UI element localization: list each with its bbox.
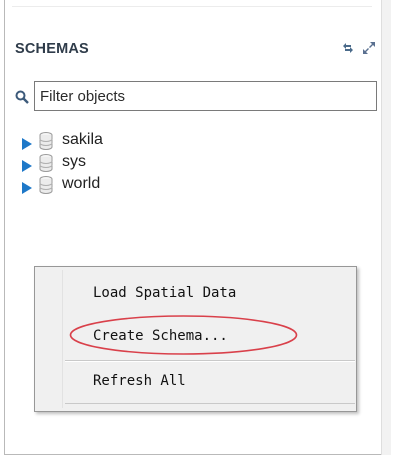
expand-arrow-icon[interactable] bbox=[22, 179, 32, 194]
database-icon bbox=[39, 176, 53, 194]
menu-bottom-line bbox=[65, 403, 355, 404]
top-divider bbox=[12, 0, 372, 7]
menu-icon-gutter bbox=[38, 270, 63, 408]
refresh-icon[interactable] bbox=[340, 40, 356, 56]
panel-splitter[interactable] bbox=[381, 0, 391, 455]
menu-separator-highlight bbox=[65, 361, 355, 362]
menu-item-refresh-all[interactable]: Refresh All bbox=[93, 370, 186, 392]
schema-label: world bbox=[62, 175, 101, 192]
context-menu: Load Spatial Data Create Schema... Refre… bbox=[34, 266, 357, 412]
expand-arrow-icon[interactable] bbox=[22, 157, 32, 172]
schema-label: sys bbox=[62, 153, 86, 170]
menu-item-create-schema[interactable]: Create Schema... bbox=[93, 325, 228, 347]
schema-tree: sakila sys world bbox=[22, 130, 222, 196]
search-icon bbox=[15, 89, 29, 104]
menu-item-load-spatial-data[interactable]: Load Spatial Data bbox=[93, 282, 236, 304]
expand-arrow-icon[interactable] bbox=[22, 135, 32, 150]
schema-item-sys[interactable]: sys bbox=[22, 152, 222, 174]
schema-item-sakila[interactable]: sakila bbox=[22, 130, 222, 152]
schema-label: sakila bbox=[62, 131, 103, 148]
expand-icon[interactable] bbox=[361, 40, 377, 56]
database-icon bbox=[39, 154, 53, 172]
filter-objects-input[interactable] bbox=[34, 81, 377, 111]
schemas-header: SCHEMAS bbox=[15, 40, 377, 58]
search-row bbox=[15, 81, 379, 113]
database-icon bbox=[39, 132, 53, 150]
schemas-title: SCHEMAS bbox=[15, 41, 89, 57]
schema-item-world[interactable]: world bbox=[22, 174, 222, 196]
